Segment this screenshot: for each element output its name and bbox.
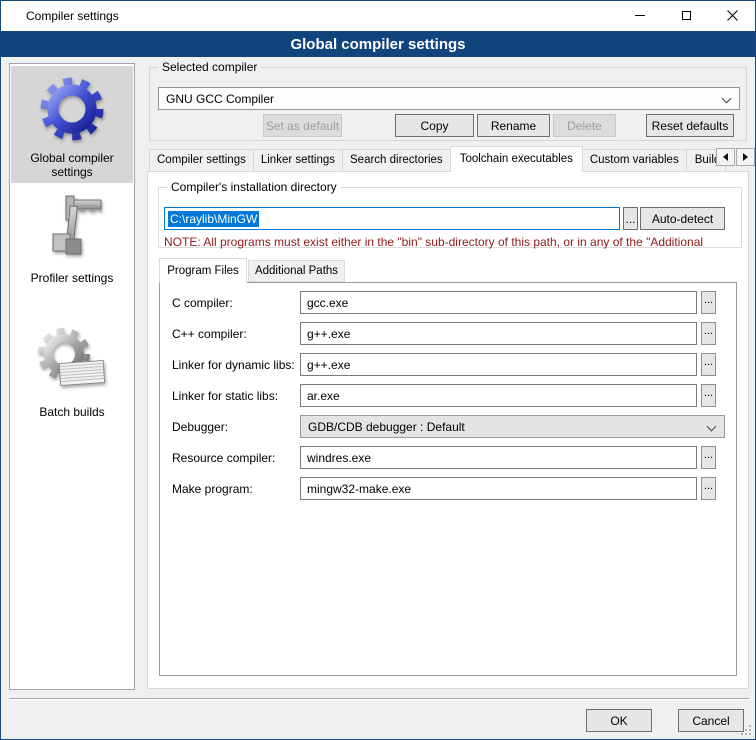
- reset-defaults-button[interactable]: Reset defaults: [646, 114, 734, 137]
- installation-directory-legend: Compiler's installation directory: [167, 180, 341, 194]
- chevron-down-icon: [722, 94, 732, 104]
- compiler-select-value: GNU GCC Compiler: [166, 92, 274, 106]
- rename-button[interactable]: Rename: [477, 114, 550, 137]
- delete-button: Delete: [553, 114, 616, 137]
- titlebar[interactable]: Compiler settings: [1, 1, 755, 31]
- debugger-label: Debugger:: [172, 420, 300, 434]
- settings-category-list: Global compiler settings Profiler: [9, 63, 135, 690]
- cpp-compiler-label: C++ compiler:: [172, 327, 300, 341]
- dialog-banner: Global compiler settings: [1, 31, 755, 57]
- c-compiler-browse-button[interactable]: ...: [701, 291, 716, 314]
- sidebar-item-label: Global compiler settings: [20, 151, 124, 179]
- compiler-select[interactable]: GNU GCC Compiler: [158, 87, 740, 110]
- subtab-additional-paths[interactable]: Additional Paths: [248, 260, 345, 282]
- make-program-input[interactable]: [300, 477, 697, 500]
- close-button[interactable]: [709, 1, 755, 30]
- tab-search-directories[interactable]: Search directories: [342, 149, 451, 172]
- static-linker-input[interactable]: [300, 384, 697, 407]
- dialog-banner-title: Global compiler settings: [290, 36, 465, 53]
- field-row-cpp-compiler: C++ compiler: ...: [172, 322, 736, 345]
- cancel-button[interactable]: Cancel: [678, 709, 744, 732]
- chevron-down-icon: [707, 422, 717, 432]
- gear-stack-icon: [34, 326, 110, 400]
- tab-linker-settings[interactable]: Linker settings: [253, 149, 343, 172]
- field-row-resource-compiler: Resource compiler: ...: [172, 446, 736, 469]
- caption-buttons: [617, 1, 755, 30]
- c-compiler-input[interactable]: [300, 291, 697, 314]
- sidebar-item-batch-builds[interactable]: Batch builds: [11, 316, 133, 436]
- copy-button[interactable]: Copy: [395, 114, 474, 137]
- installation-note: NOTE: All programs must exist either in …: [164, 235, 741, 249]
- sidebar-item-label: Batch builds: [20, 405, 124, 419]
- program-files-panel: C compiler: ... C++ compiler: ... Linker…: [159, 282, 737, 676]
- window-title: Compiler settings: [26, 9, 119, 23]
- tab-scroll-buttons: [715, 148, 755, 166]
- selected-compiler-legend: Selected compiler: [158, 60, 261, 74]
- resource-compiler-label: Resource compiler:: [172, 451, 300, 465]
- sidebar-item-profiler-settings[interactable]: Profiler settings: [11, 188, 133, 294]
- field-row-dynamic-linker: Linker for dynamic libs: ...: [172, 353, 736, 376]
- browse-directory-button[interactable]: ...: [623, 207, 638, 230]
- arrow-right-icon: [743, 153, 748, 161]
- compiler-settings-window: Compiler settings Global compiler settin…: [0, 0, 756, 740]
- main-tabbar: Compiler settings Linker settings Search…: [149, 146, 726, 172]
- tab-scroll-left-button[interactable]: [716, 148, 735, 166]
- set-as-default-button: Set as default: [263, 114, 342, 137]
- resize-grip[interactable]: [740, 724, 752, 736]
- caliper-icon: [37, 192, 107, 266]
- field-row-static-linker: Linker for static libs: ...: [172, 384, 736, 407]
- minimize-button[interactable]: [617, 1, 663, 30]
- sidebar-item-global-compiler-settings[interactable]: Global compiler settings: [11, 66, 133, 183]
- tab-toolchain-executables[interactable]: Toolchain executables: [450, 146, 583, 172]
- footer-divider: [9, 698, 749, 700]
- dynamic-linker-browse-button[interactable]: ...: [701, 353, 716, 376]
- debugger-select[interactable]: GDB/CDB debugger : Default: [300, 415, 725, 438]
- installation-directory-selected-text: C:\raylib\MinGW: [168, 211, 259, 227]
- make-program-label: Make program:: [172, 482, 300, 496]
- dynamic-linker-input[interactable]: [300, 353, 697, 376]
- c-compiler-label: C compiler:: [172, 296, 300, 310]
- maximize-button[interactable]: [663, 1, 709, 30]
- tab-custom-variables[interactable]: Custom variables: [582, 149, 687, 172]
- tab-scroll-right-button[interactable]: [736, 148, 755, 166]
- auto-detect-button[interactable]: Auto-detect: [640, 207, 725, 230]
- resource-compiler-browse-button[interactable]: ...: [701, 446, 716, 469]
- minimize-icon: [635, 15, 645, 16]
- field-row-make-program: Make program: ...: [172, 477, 736, 500]
- arrow-left-icon: [723, 153, 728, 161]
- maximize-icon: [682, 11, 691, 20]
- tab-compiler-settings[interactable]: Compiler settings: [149, 149, 254, 172]
- debugger-select-value: GDB/CDB debugger : Default: [308, 420, 465, 434]
- cpp-compiler-input[interactable]: [300, 322, 697, 345]
- resource-compiler-input[interactable]: [300, 446, 697, 469]
- field-row-debugger: Debugger: GDB/CDB debugger : Default: [172, 415, 736, 438]
- installation-directory-group: Compiler's installation directory C:\ray…: [158, 187, 742, 248]
- close-icon: [727, 10, 738, 21]
- subtab-program-files[interactable]: Program Files: [159, 258, 247, 283]
- static-linker-browse-button[interactable]: ...: [701, 384, 716, 407]
- sidebar-item-label: Profiler settings: [20, 271, 124, 285]
- make-program-browse-button[interactable]: ...: [701, 477, 716, 500]
- installation-directory-input[interactable]: C:\raylib\MinGW: [164, 207, 620, 230]
- field-row-c-compiler: C compiler: ...: [172, 291, 736, 314]
- blue-gear-icon: [35, 72, 109, 146]
- toolchain-fields: C compiler: ... C++ compiler: ... Linker…: [160, 283, 736, 508]
- static-linker-label: Linker for static libs:: [172, 389, 300, 403]
- ok-button[interactable]: OK: [586, 709, 652, 732]
- selected-compiler-group: Selected compiler GNU GCC Compiler Set a…: [149, 67, 747, 141]
- dynamic-linker-label: Linker for dynamic libs:: [172, 358, 300, 372]
- cpp-compiler-browse-button[interactable]: ...: [701, 322, 716, 345]
